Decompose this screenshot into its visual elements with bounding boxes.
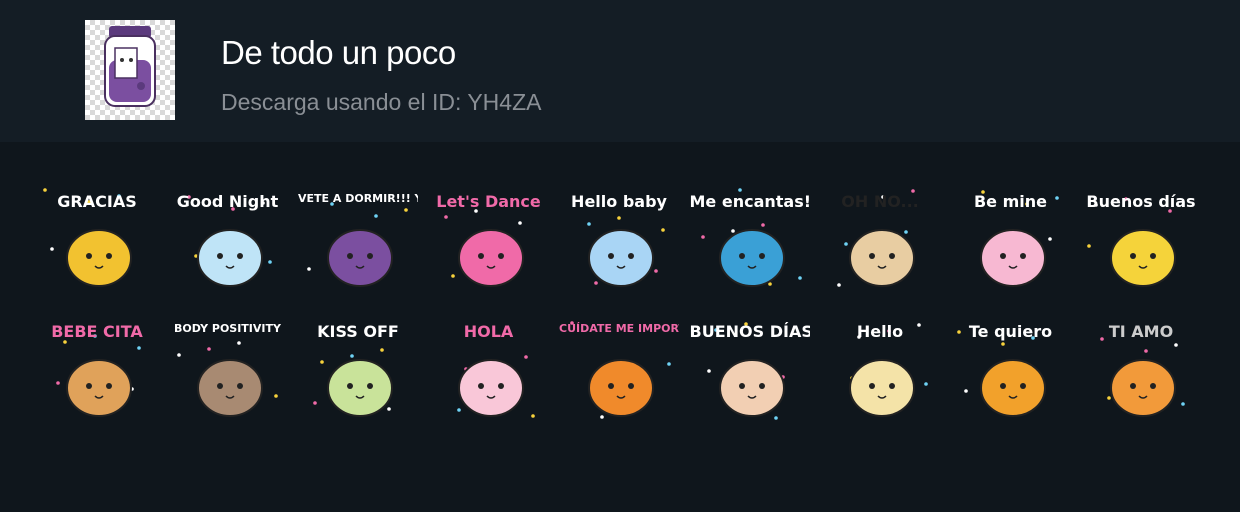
sticker-caption: TI AMO [1108,322,1174,341]
sticker-hola-cloud[interactable]: HOLA [429,310,549,430]
sticker-hello-baby-bunny[interactable]: Hello baby [559,180,679,300]
sticker-caption: Me encantas! [689,192,810,211]
sticker-buenos-dias-girl[interactable]: BUENOS DÍAS!! [690,310,810,430]
pack-download-id: Descarga usando el ID: YH4ZA [221,89,542,115]
sticker-caption: Good Night [176,192,279,211]
sticker-cuidate-cat[interactable]: CUÍDATE ME IMPORTAS... [559,310,679,430]
sticker-good-night-cloud[interactable]: Good Night [168,180,288,300]
sticker-caption: BUENOS DÍAS!! [689,322,810,341]
sticker-caption: VETE A DORMIR!!! YAAAAA... [298,192,418,205]
sticker-me-encantas-earth[interactable]: Me encantas! [690,180,810,300]
sticker-caption: BODY POSITIVITY [174,322,281,335]
sticker-vete-a-dormir-jar[interactable]: VETE A DORMIR!!! YAAAAA... [298,180,418,300]
sticker-caption: CUÍDATE ME IMPORTAS... [559,322,679,335]
sticker-body-positivity-sloth[interactable]: BODY POSITIVITY [168,310,288,430]
sticker-gracias-bee[interactable]: GRACIAS [37,180,157,300]
sticker-caption: KISS OFF [317,322,399,341]
sticker-ti-amo-cat[interactable]: TI AMO [1081,310,1201,430]
sticker-caption: Let's Dance [436,192,541,211]
sticker-hello-girl[interactable]: Hello [820,310,940,430]
pack-title: De todo un poco [221,34,456,71]
sticker-buenos-dias-chick[interactable]: Buenos días [1081,180,1201,300]
grape-jam-jar-icon [104,26,156,107]
sticker-caption: GRACIAS [57,192,137,211]
sticker-caption: HOLA [463,322,514,341]
sticker-lets-dance[interactable]: Let's Dance [429,180,549,300]
sticker-caption: Te quiero [968,322,1053,341]
sticker-bebe-cita-tiger[interactable]: BEBE CITA [37,310,157,430]
sticker-caption: Be mine [973,192,1047,211]
sticker-be-mine-unicorn[interactable]: Be mine [951,180,1071,300]
pack-header: De todo un poco Descarga usando el ID: Y… [0,0,1240,142]
sticker-kiss-off-dino[interactable]: KISS OFF [298,310,418,430]
sticker-caption: Hello baby [571,192,667,211]
sticker-oh-no-cat[interactable]: OH NO... [820,180,940,300]
sticker-te-quiero-bear[interactable]: Te quiero [951,310,1071,430]
sticker-caption: Hello [856,322,904,341]
sticker-caption: BEBE CITA [51,322,143,341]
sticker-caption: Buenos días [1086,192,1196,211]
sticker-caption: OH NO... [841,192,919,211]
pack-thumbnail[interactable] [85,20,175,120]
